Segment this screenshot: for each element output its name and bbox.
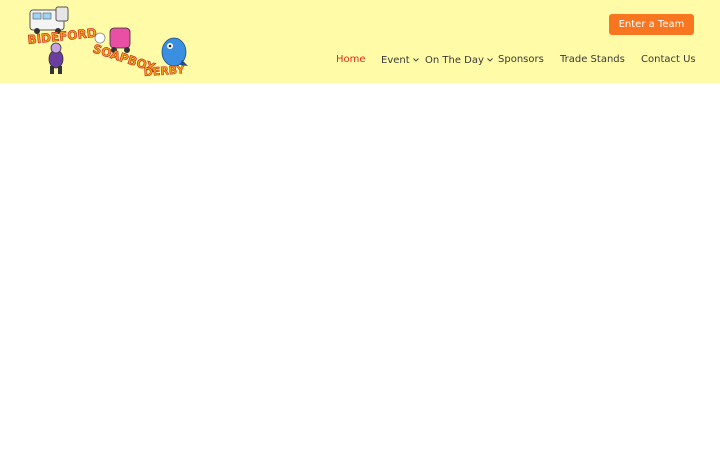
chevron-down-icon	[412, 53, 419, 67]
site-logo[interactable]: BIDEFORD SOAPBOX DERBY	[24, 4, 190, 80]
nav-item-label: Sponsors	[498, 54, 544, 65]
nav-item-label: Contact Us	[641, 54, 696, 65]
main-nav: Home Event On The Day Sponsors Trade Sta…	[0, 53, 720, 67]
nav-item-event[interactable]: Event	[381, 53, 419, 68]
nav-item-home[interactable]: Home	[336, 53, 366, 67]
nav-item-label: On The Day	[425, 55, 484, 66]
nav-item-label: Event	[381, 55, 410, 66]
main-content	[0, 83, 720, 450]
enter-team-button[interactable]: Enter a Team	[609, 14, 694, 35]
chevron-down-icon	[487, 53, 493, 67]
nav-item-sponsors[interactable]: Sponsors	[498, 53, 544, 67]
site-header: BIDEFORD SOAPBOX DERBY Enter a Team Home…	[0, 0, 720, 83]
nav-item-label: Home	[336, 54, 366, 65]
nav-item-label: Trade Stands	[560, 54, 625, 65]
nav-item-on-the-day[interactable]: On The Day	[425, 53, 493, 68]
nav-item-trade-stands[interactable]: Trade Stands	[560, 53, 625, 67]
nav-item-contact-us[interactable]: Contact Us	[641, 53, 696, 67]
